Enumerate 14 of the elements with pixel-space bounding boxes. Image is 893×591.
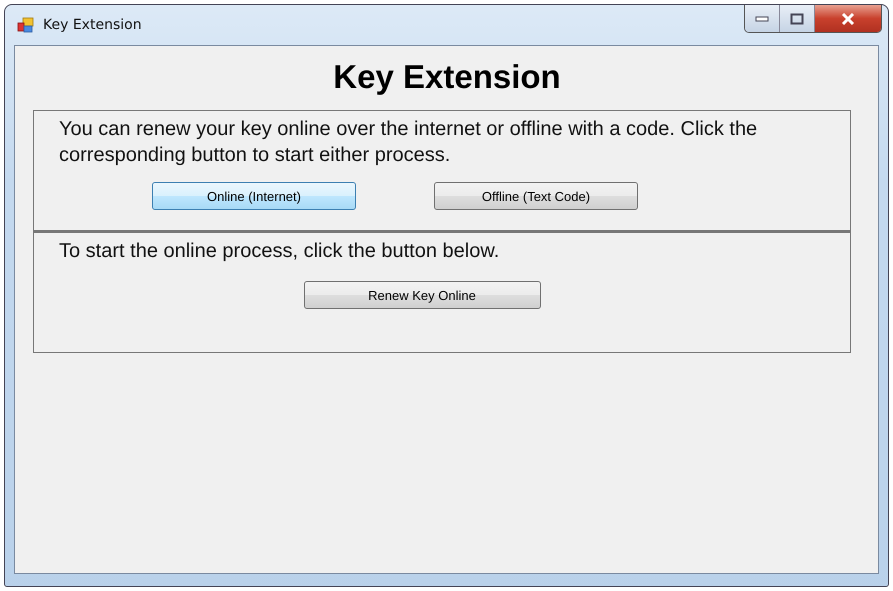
- app-icon: [17, 17, 35, 33]
- instruction-text: To start the online process, click the button below.: [59, 239, 500, 264]
- close-icon: [840, 12, 856, 24]
- maximize-button[interactable]: [780, 5, 815, 32]
- window-title: Key Extension: [43, 17, 142, 33]
- method-button[interactable]: Online (Internet): [152, 182, 356, 210]
- minimize-button[interactable]: [745, 5, 780, 32]
- instruction-text: You can renew your key online over the internet or offline with a code. Click the corresponding button to start either process.: [59, 117, 758, 168]
- maximize-icon: [790, 12, 804, 24]
- heading: Key Extension: [332, 58, 562, 96]
- minimize-icon: [755, 16, 769, 22]
- renew-button[interactable]: Renew Key Online: [304, 281, 540, 309]
- close-button[interactable]: [815, 5, 881, 32]
- method-button[interactable]: Offline (Text Code): [434, 182, 638, 210]
